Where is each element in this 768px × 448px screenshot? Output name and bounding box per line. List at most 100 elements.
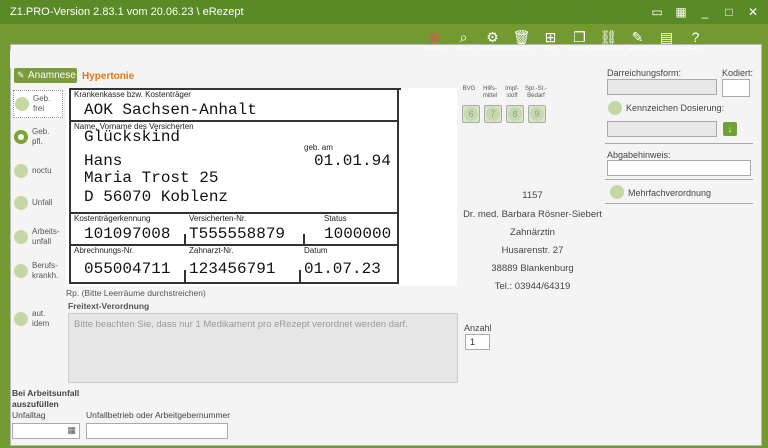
ktk-value: 101097008 xyxy=(84,225,171,243)
ktk-label: Kostenträgerkennung xyxy=(74,214,151,223)
window-title: Z1.PRO-Version 2.83.1 vom 20.06.23 \ eRe… xyxy=(10,6,244,18)
freitext-textarea[interactable]: Bitte beachten Sie, dass nur 1 Medikamen… xyxy=(68,313,458,383)
maximize-button[interactable]: □ xyxy=(720,4,738,20)
radio-icon xyxy=(15,97,29,111)
col-header-bvg: BVG xyxy=(462,86,476,92)
betrieb-label: Unfallbetrieb oder Arbeitgebernummer xyxy=(86,410,231,420)
layout-icon[interactable]: ▭ xyxy=(648,4,666,20)
form-line xyxy=(299,270,301,282)
ort-value: D 56070 Koblenz xyxy=(84,188,229,206)
option-noctu[interactable]: noctu xyxy=(13,158,63,184)
col-header-hilfsmittel: Hilfs-mittel xyxy=(482,86,498,99)
abgabe-input[interactable] xyxy=(607,160,751,176)
option-aut-idem[interactable]: aut. idem xyxy=(13,306,63,332)
darreichung-input[interactable] xyxy=(607,79,717,95)
status-label: Status xyxy=(324,214,347,223)
abgabe-label: Abgabehinweis: xyxy=(607,150,671,160)
form-line xyxy=(397,88,399,284)
mehrfach-toggle[interactable] xyxy=(610,185,624,199)
loeschen-button[interactable]: 🗑 Löschen xyxy=(507,28,536,52)
abr-label: Abrechnungs-Nr. xyxy=(74,246,135,255)
status-value: 1000000 xyxy=(324,225,392,243)
close-circle-icon: ⊗ xyxy=(428,29,441,45)
trash-icon: 🗑 xyxy=(512,29,531,45)
checkbox-impfstoff[interactable]: 8 xyxy=(506,105,524,123)
datum-label: Datum xyxy=(304,246,328,255)
arbeitsunfall-heading-2: auszufüllen xyxy=(12,399,59,409)
option-geb-pfl[interactable]: Geb. pfl. xyxy=(13,124,63,150)
radio-icon xyxy=(14,196,28,210)
search-icon: ⌕ xyxy=(459,29,468,45)
dosierung-label: Kennzeichen Dosierung: xyxy=(626,103,725,113)
unfalltag-label: Unfalltag xyxy=(12,410,46,420)
prescription-form: Krankenkasse bzw. Kostenträger AOK Sachs… xyxy=(66,88,457,286)
doctor-street: Husarenstr. 27 xyxy=(501,245,564,256)
divider xyxy=(605,179,753,180)
keyboard-icon[interactable]: ▦ xyxy=(672,4,690,20)
kodiert-input[interactable] xyxy=(722,79,750,97)
zanr-value: 123456791 xyxy=(189,260,276,278)
neu-button[interactable]: ⊞ Neu xyxy=(536,28,565,52)
radio-icon xyxy=(14,164,28,178)
calendar-icon[interactable]: ▦ xyxy=(67,425,76,436)
rezeptkategorie-button[interactable]: ▤ Rezeptkategorie xyxy=(652,28,692,52)
form-line xyxy=(69,88,71,284)
radio-checked-icon xyxy=(14,130,28,144)
historie-button[interactable]: ❐ Historie xyxy=(565,28,594,52)
minimize-button[interactable]: _ xyxy=(696,4,714,20)
history-icon: ❐ xyxy=(573,29,586,45)
zanr-label: Zahnarzt-Nr. xyxy=(189,246,234,255)
toolbar: ⊗ Beenden ⌕ Suchen ⚙ Konfiguration 🗑 Löschen… xyxy=(420,28,710,52)
suchen-button[interactable]: ⌕ Suchen xyxy=(449,28,478,52)
doctor-id: 1157 xyxy=(522,190,543,201)
option-geb-frei[interactable]: Geb. frei xyxy=(13,90,63,118)
send-icon: ✎ xyxy=(631,29,644,45)
anzahl-input[interactable]: 1 xyxy=(465,334,490,350)
option-berufskrankheit[interactable]: Berufs-krankh. xyxy=(13,258,63,284)
doctor-name: Dr. med. Barbara Rösner-Siebert xyxy=(463,209,602,220)
title-bar: Z1.PRO-Version 2.83.1 vom 20.06.23 \ eRe… xyxy=(0,0,768,24)
dosierung-toggle[interactable] xyxy=(608,101,622,115)
panel-tab xyxy=(10,46,112,68)
vorname-value: Hans xyxy=(84,152,123,170)
versand-button[interactable]: ✎ Versand xyxy=(623,28,652,52)
option-arbeitsunfall[interactable]: Arbeits-unfall xyxy=(13,224,63,250)
beenden-button[interactable]: ⊗ Beenden xyxy=(420,28,449,52)
checkbox-sprstbedarf[interactable]: 9 xyxy=(528,105,546,123)
form-line xyxy=(184,270,186,282)
vnr-value: T555558879 xyxy=(189,225,286,243)
unfalltag-input[interactable]: ▦ xyxy=(12,423,80,439)
konfiguration-button[interactable]: ⚙ Konfiguration xyxy=(478,28,510,52)
gear-icon: ⚙ xyxy=(486,29,499,45)
fertigarznei-button[interactable]: ⛓ Fertigarznei xyxy=(594,28,623,52)
mehrfach-label: Mehrfachverordnung xyxy=(628,188,712,198)
close-button[interactable]: ✕ xyxy=(744,4,762,20)
doctor-city: 38889 Blankenburg xyxy=(491,263,574,274)
col-header-sprstbedarf: Spr.-St.-Bedarf xyxy=(524,86,547,99)
form-line xyxy=(303,234,305,244)
abr-value: 055004711 xyxy=(84,260,171,278)
option-unfall[interactable]: Unfall xyxy=(13,190,63,216)
strasse-value: Maria Trost 25 xyxy=(84,169,219,187)
divider xyxy=(605,203,753,204)
betrieb-input[interactable] xyxy=(86,423,228,439)
radio-icon xyxy=(14,312,28,326)
vnr-label: Versicherten-Nr. xyxy=(189,214,247,223)
anzahl-label: Anzahl xyxy=(464,323,492,333)
kodiert-label: Kodiert: xyxy=(722,68,754,78)
download-icon[interactable]: ↓ xyxy=(723,122,737,136)
hilfe-button[interactable]: ? Hilfe xyxy=(681,28,710,52)
checkbox-bvg[interactable]: 6 xyxy=(462,105,480,123)
dosierung-input[interactable] xyxy=(607,121,717,137)
nachname-value: Glückskind xyxy=(84,128,181,146)
category-icon: ▤ xyxy=(659,29,674,45)
checkbox-hilfsmittel[interactable]: 7 xyxy=(484,105,502,123)
darreichung-label: Darreichungsform: xyxy=(607,68,682,78)
divider xyxy=(605,143,753,144)
anamnese-button[interactable]: Anamnese xyxy=(14,68,77,83)
link-icon: ⛓ xyxy=(599,29,618,45)
freitext-label: Freitext-Verordnung xyxy=(68,301,150,311)
geb-label: geb. am xyxy=(304,143,333,152)
help-icon: ? xyxy=(691,29,700,45)
form-line xyxy=(184,234,186,244)
